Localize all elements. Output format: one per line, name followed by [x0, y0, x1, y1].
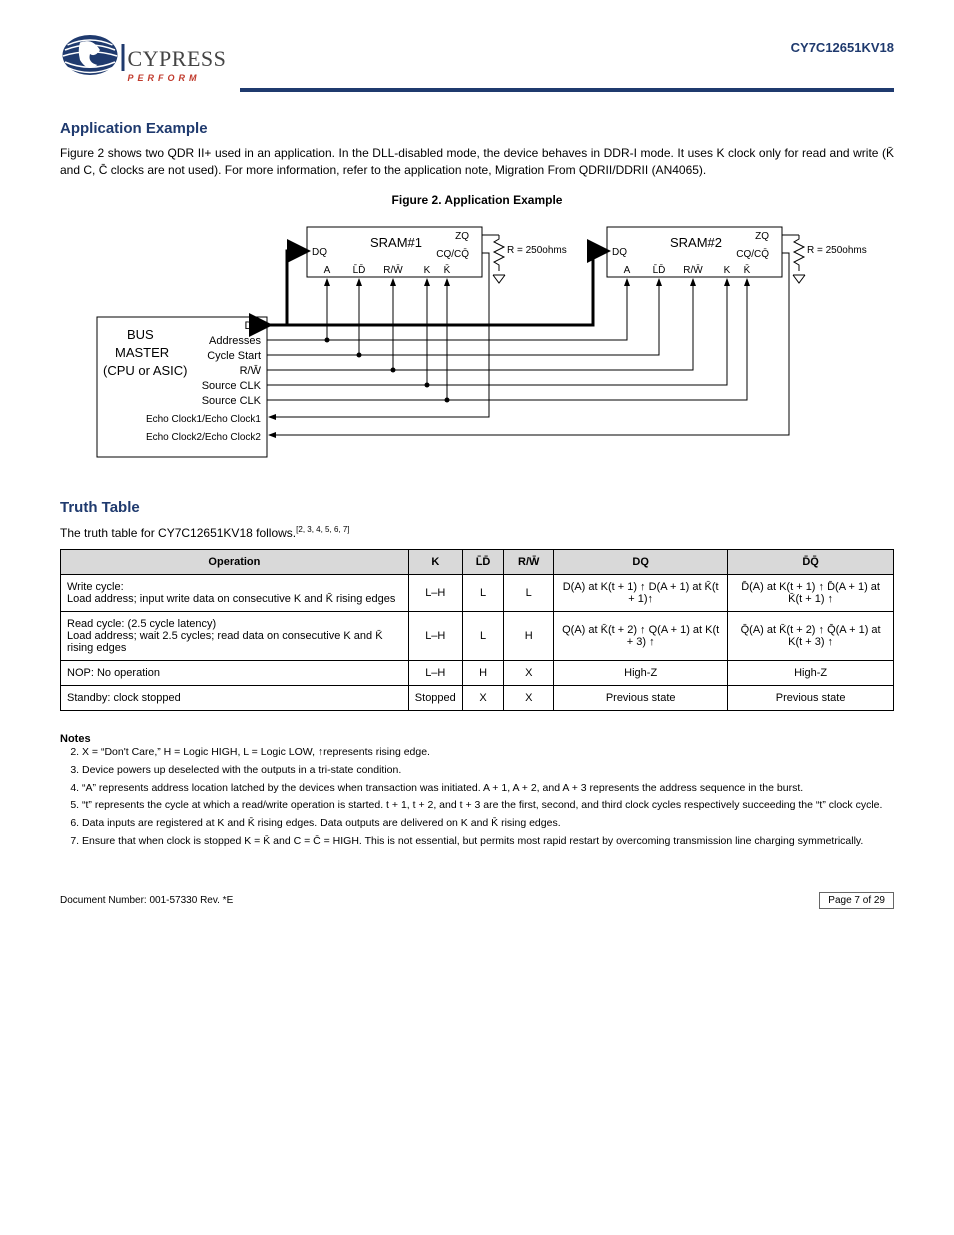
svg-text:L̄D̄: L̄D̄: [653, 263, 666, 276]
svg-text:K̄: K̄: [744, 263, 751, 276]
note-item: X = “Don't Care,” H = Logic HIGH, L = Lo…: [82, 745, 894, 760]
svg-text:Source CLK: Source CLK: [202, 395, 262, 407]
svg-text:A: A: [324, 265, 331, 276]
svg-text:R = 250ohms: R = 250ohms: [507, 245, 567, 256]
cell-dq: Q(A) at K̄(t + 2) ↑ Q(A + 1) at K(t + 3)…: [554, 612, 728, 661]
cell-operation: NOP: No operation: [61, 661, 409, 686]
notes-list: X = “Don't Care,” H = Logic HIGH, L = Lo…: [82, 745, 894, 848]
svg-text:MASTER: MASTER: [115, 345, 169, 360]
cell-rw: X: [504, 686, 554, 711]
svg-text:(CPU or ASIC): (CPU or ASIC): [103, 363, 188, 378]
svg-text:SRAM#1: SRAM#1: [370, 235, 422, 250]
cell-ld: L: [462, 612, 504, 661]
svg-text:CQ/CQ̄: CQ/CQ̄: [736, 247, 769, 260]
svg-text:A: A: [624, 265, 631, 276]
svg-text:K̄: K̄: [444, 263, 451, 276]
svg-text:K: K: [424, 265, 431, 276]
svg-text:ZQ: ZQ: [455, 231, 469, 242]
th-rw: R/W̄: [504, 550, 554, 575]
section-title-application-example: Application Example: [60, 120, 894, 137]
cell-dqbar: Previous state: [728, 686, 894, 711]
th-dqbar: D̄Q̄: [728, 550, 894, 575]
svg-text:Addresses: Addresses: [209, 335, 261, 347]
section-title-truth-table: Truth Table: [60, 499, 894, 516]
note-item: “t” represents the cycle at which a read…: [82, 798, 894, 813]
note-item: Ensure that when clock is stopped K = K̄…: [82, 834, 894, 849]
table-row: Standby: clock stoppedStoppedXXPrevious …: [61, 686, 894, 711]
svg-text:SRAM#2: SRAM#2: [670, 235, 722, 250]
page-header: CYPRESS PERFORM: [60, 30, 894, 98]
note-ref: [2, 3, 4, 5, 6, 7]: [296, 525, 349, 534]
svg-text:CQ/CQ̄: CQ/CQ̄: [436, 247, 469, 260]
cell-k: Stopped: [408, 686, 462, 711]
cell-k: L–H: [408, 612, 462, 661]
cell-rw: X: [504, 661, 554, 686]
cell-dq: High-Z: [554, 661, 728, 686]
svg-text:PERFORM: PERFORM: [128, 73, 201, 83]
svg-text:R = 250ohms: R = 250ohms: [807, 245, 867, 256]
footer-doc-number: Document Number: 001-57330 Rev. *E: [60, 895, 233, 906]
svg-text:L̄D̄: L̄D̄: [353, 263, 366, 276]
svg-text:ZQ: ZQ: [755, 231, 769, 242]
svg-text:CYPRESS: CYPRESS: [128, 46, 227, 71]
th-ld: L̄D̄: [462, 550, 504, 575]
table-row: Read cycle: (2.5 cycle latency)Load addr…: [61, 612, 894, 661]
note-item: “A” represents address location latched …: [82, 781, 894, 796]
svg-text:BUS: BUS: [127, 327, 154, 342]
cell-operation: Standby: clock stopped: [61, 686, 409, 711]
svg-text:Source CLK: Source CLK: [202, 380, 262, 392]
footer-page-number: Page 7 of 29: [819, 892, 894, 909]
cell-dq: Previous state: [554, 686, 728, 711]
svg-text:K: K: [724, 265, 731, 276]
notes-heading: Notes: [60, 733, 894, 745]
cell-ld: X: [462, 686, 504, 711]
th-k: K: [408, 550, 462, 575]
cell-ld: H: [462, 661, 504, 686]
th-dq: DQ: [554, 550, 728, 575]
cell-operation: Write cycle:Load address; input write da…: [61, 575, 409, 612]
truth-table-intro: The truth table for CY7C12651KV18 follow…: [60, 524, 894, 542]
svg-text:R/W̄: R/W̄: [683, 263, 703, 276]
page-footer: Document Number: 001-57330 Rev. *E Page …: [60, 889, 894, 906]
cell-k: L–H: [408, 661, 462, 686]
application-body: Figure 2 shows two QDR II+ used in an ap…: [60, 145, 894, 179]
svg-text:DQ: DQ: [312, 247, 327, 258]
cell-dqbar: Q̄(A) at K̄(t + 2) ↑ Q̄(A + 1) at K(t + …: [728, 612, 894, 661]
cell-dqbar: D̄(A) at K(t + 1) ↑ D̄(A + 1) at K̄(t + …: [728, 575, 894, 612]
table-row: Write cycle:Load address; input write da…: [61, 575, 894, 612]
cell-rw: H: [504, 612, 554, 661]
svg-text:Echo Clock2/Echo Clock2: Echo Clock2/Echo Clock2: [146, 432, 261, 443]
cell-rw: L: [504, 575, 554, 612]
truth-table: Operation K L̄D̄ R/W̄ DQ D̄Q̄ Write cycl…: [60, 549, 894, 711]
svg-text:DQ: DQ: [612, 247, 627, 258]
svg-text:Cycle Start: Cycle Start: [207, 350, 261, 362]
svg-text:DQ: DQ: [245, 320, 262, 332]
svg-text:Echo Clock1/Echo Clock1: Echo Clock1/Echo Clock1: [146, 414, 261, 425]
cell-operation: Read cycle: (2.5 cycle latency)Load addr…: [61, 612, 409, 661]
note-item: Device powers up deselected with the out…: [82, 763, 894, 778]
svg-text:R/W̄: R/W̄: [383, 263, 403, 276]
table-row: NOP: No operationL–HHXHigh-ZHigh-Z: [61, 661, 894, 686]
th-operation: Operation: [61, 550, 409, 575]
cell-dqbar: High-Z: [728, 661, 894, 686]
cell-k: L–H: [408, 575, 462, 612]
figure-caption: Figure 2. Application Example: [60, 193, 894, 207]
header-rule: [240, 88, 894, 92]
note-item: Data inputs are registered at K and K̄ r…: [82, 816, 894, 831]
cypress-logo-icon: CYPRESS PERFORM: [60, 30, 230, 95]
cell-ld: L: [462, 575, 504, 612]
application-diagram: BUS MASTER (CPU or ASIC) DQ Addresses Cy…: [60, 217, 894, 477]
doc-code: CY7C12651KV18: [791, 40, 894, 55]
brand-logo: CYPRESS PERFORM: [60, 30, 240, 98]
truth-table-header-row: Operation K L̄D̄ R/W̄ DQ D̄Q̄: [61, 550, 894, 575]
cell-dq: D(A) at K(t + 1) ↑ D(A + 1) at K̄(t + 1)…: [554, 575, 728, 612]
svg-text:R/W̄: R/W̄: [240, 364, 262, 377]
